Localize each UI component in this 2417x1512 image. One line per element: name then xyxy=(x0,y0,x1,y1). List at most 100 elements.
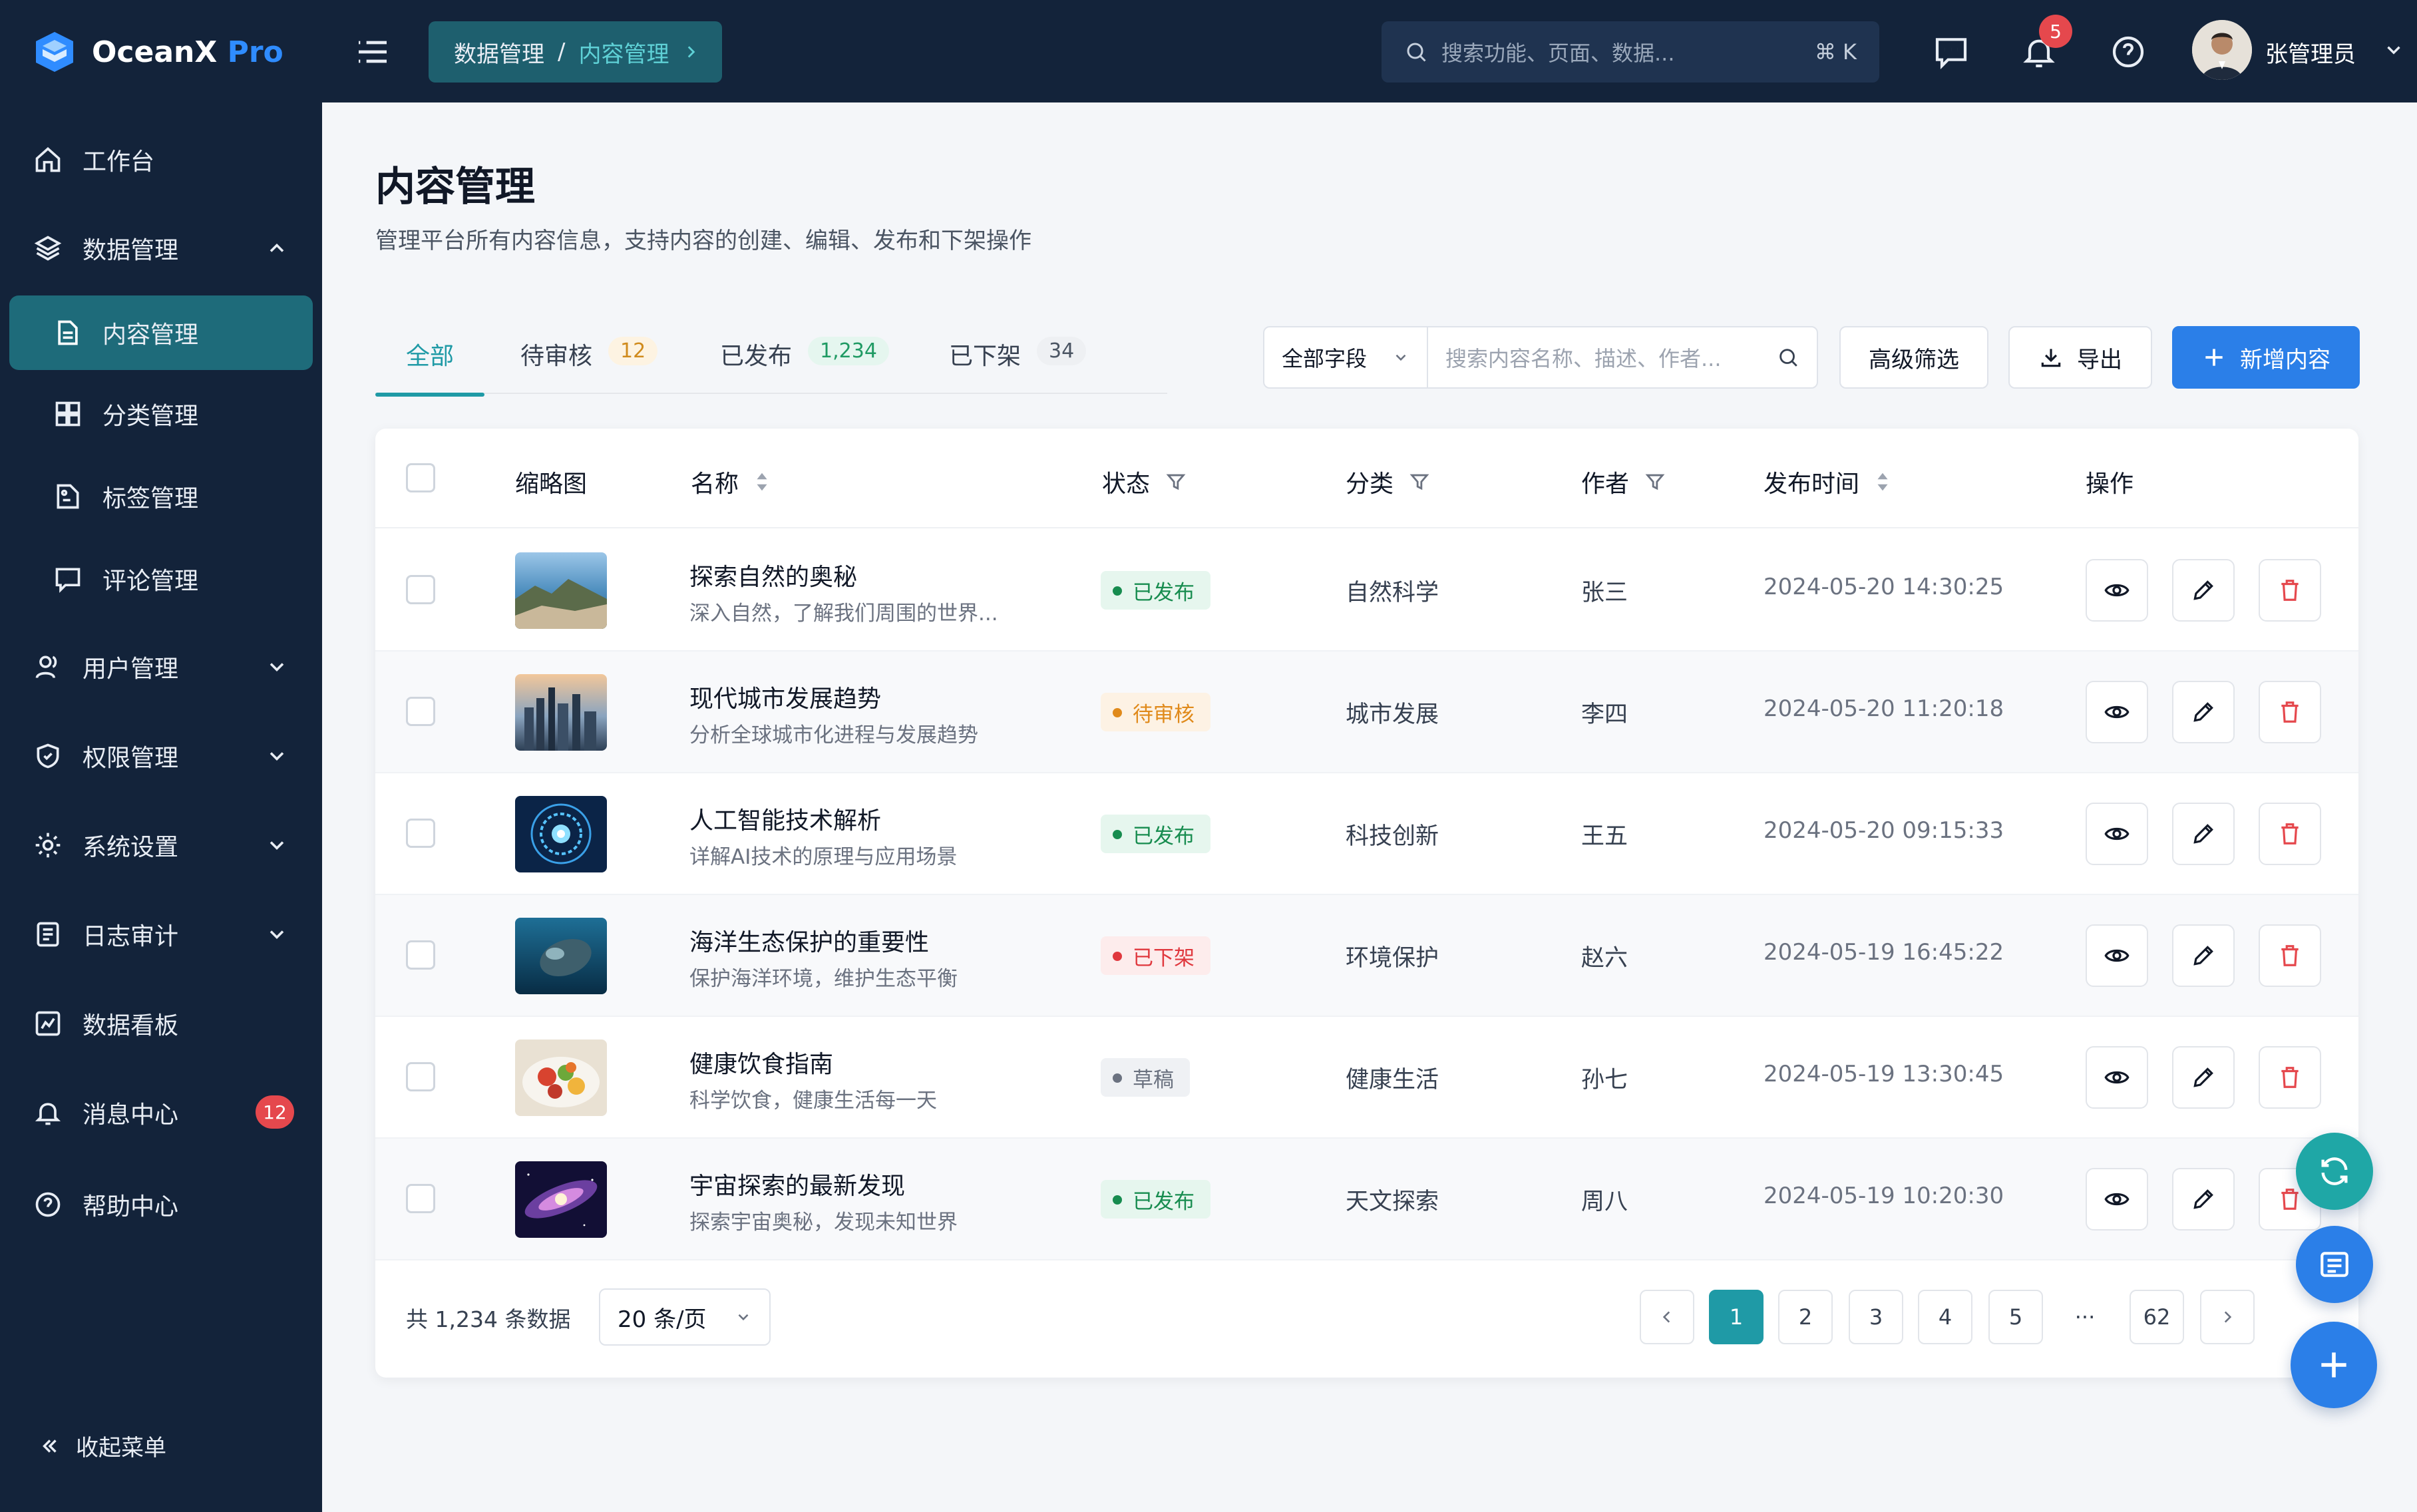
column-name[interactable]: 名称 xyxy=(691,465,771,499)
row-checkbox[interactable] xyxy=(406,697,435,726)
sidebar-item-workbench[interactable]: 工作台 xyxy=(9,122,313,197)
next-page-button[interactable] xyxy=(2200,1290,2255,1344)
view-button[interactable] xyxy=(2086,803,2148,865)
view-button[interactable] xyxy=(2086,924,2148,987)
column-author[interactable]: 作者 xyxy=(1581,465,1666,499)
page-size-select[interactable]: 20 条/页 xyxy=(599,1288,771,1346)
chat-icon[interactable] xyxy=(1933,33,1970,71)
row-checkbox[interactable] xyxy=(406,1184,435,1213)
plus-icon xyxy=(2321,1352,2346,1378)
export-button[interactable]: 导出 xyxy=(2008,326,2152,389)
advanced-filter-button[interactable]: 高级筛选 xyxy=(1839,326,1988,389)
sidebar-item-permission-management[interactable]: 权限管理 xyxy=(9,719,313,793)
table-row[interactable]: 探索自然的奥秘 深入自然，了解我们周围的世界... 已发布 自然科学 张三 20… xyxy=(375,530,2358,652)
list-fab[interactable] xyxy=(2296,1226,2373,1303)
chevron-right-icon xyxy=(2224,1311,2232,1323)
page-button[interactable]: 1 xyxy=(1709,1290,1764,1344)
sort-icon[interactable] xyxy=(753,471,771,493)
content-title[interactable]: 人工智能技术解析 xyxy=(689,801,881,836)
edit-button[interactable] xyxy=(2172,1046,2235,1109)
sidebar-item-message-center[interactable]: 消息中心 12 xyxy=(9,1075,313,1150)
content-title[interactable]: 现代城市发展趋势 xyxy=(689,679,881,714)
prev-page-button[interactable] xyxy=(1640,1290,1694,1344)
sidebar-item-user-management[interactable]: 用户管理 xyxy=(9,630,313,704)
select-all-checkbox[interactable] xyxy=(406,463,435,492)
edit-button[interactable] xyxy=(2172,924,2235,987)
tab-pending[interactable]: 待审核 12 xyxy=(520,337,658,394)
pencil-icon xyxy=(2193,580,2213,600)
search-icon[interactable] xyxy=(1777,346,1799,369)
edit-button[interactable] xyxy=(2172,1168,2235,1230)
sidebar-item-content-management[interactable]: 内容管理 xyxy=(9,295,313,370)
status-badge: 草稿 xyxy=(1101,1058,1190,1097)
column-category[interactable]: 分类 xyxy=(1346,465,1431,499)
page-button[interactable]: 4 xyxy=(1918,1290,1972,1344)
user-name[interactable]: 张管理员 xyxy=(2265,36,2356,69)
table-row[interactable]: 人工智能技术解析 详解AI技术的原理与应用场景 已发布 科技创新 王五 2024… xyxy=(375,773,2358,895)
filter-icon[interactable] xyxy=(1165,471,1187,493)
filter-icon[interactable] xyxy=(1408,471,1431,493)
row-checkbox[interactable] xyxy=(406,575,435,604)
page-button[interactable]: 62 xyxy=(2130,1290,2184,1344)
sidebar-item-category-management[interactable]: 分类管理 xyxy=(9,377,313,451)
add-fab[interactable] xyxy=(2291,1322,2377,1408)
sidebar-item-audit-log[interactable]: 日志审计 xyxy=(9,897,313,972)
page-button[interactable]: 5 xyxy=(1988,1290,2043,1344)
sidebar-item-system-settings[interactable]: 系统设置 xyxy=(9,808,313,882)
refresh-fab[interactable] xyxy=(2296,1133,2373,1210)
content-category: 自然科学 xyxy=(1346,580,1439,606)
breadcrumb-parent[interactable]: 数据管理 xyxy=(454,36,544,69)
table-row[interactable]: 海洋生态保护的重要性 保护海洋环境，维护生态平衡 已下架 环境保护 赵六 202… xyxy=(375,895,2358,1017)
row-checkbox[interactable] xyxy=(406,1062,435,1091)
view-button[interactable] xyxy=(2086,1046,2148,1109)
sidebar-item-label: 日志审计 xyxy=(83,923,179,950)
page-button[interactable]: 2 xyxy=(1778,1290,1833,1344)
edit-button[interactable] xyxy=(2172,681,2235,743)
sidebar-item-tag-management[interactable]: 标签管理 xyxy=(9,459,313,534)
view-button[interactable] xyxy=(2086,681,2148,743)
content-search-input[interactable]: 搜索内容名称、描述、作者... xyxy=(1428,342,1817,373)
sort-icon[interactable] xyxy=(1874,471,1891,493)
chevron-down-icon[interactable] xyxy=(2382,39,2405,61)
collapse-menu-button[interactable]: 收起菜单 xyxy=(39,1429,166,1462)
edit-button[interactable] xyxy=(2172,803,2235,865)
publish-time: 2024-05-19 10:20:30 xyxy=(1764,1183,2004,1209)
delete-button[interactable] xyxy=(2259,1046,2321,1109)
sidebar-item-data-management[interactable]: 数据管理 xyxy=(9,211,313,285)
sidebar-item-help-center[interactable]: 帮助中心 xyxy=(9,1167,313,1242)
table-row[interactable]: 宇宙探索的最新发现 探索宇宙奥秘，发现未知世界 已发布 天文探索 周八 2024… xyxy=(375,1139,2358,1260)
field-select[interactable]: 全部字段 xyxy=(1264,327,1428,387)
delete-button[interactable] xyxy=(2259,681,2321,743)
content-title[interactable]: 海洋生态保护的重要性 xyxy=(689,923,929,958)
sidebar-item-dashboard[interactable]: 数据看板 xyxy=(9,986,313,1061)
app-logo[interactable]: OceanX Pro xyxy=(32,29,283,75)
row-checkbox[interactable] xyxy=(406,940,435,970)
content-title[interactable]: 探索自然的奥秘 xyxy=(689,558,857,592)
add-content-button[interactable]: 新增内容 xyxy=(2172,326,2360,389)
delete-button[interactable] xyxy=(2259,559,2321,622)
page-button[interactable]: 3 xyxy=(1849,1290,1903,1344)
row-checkbox[interactable] xyxy=(406,819,435,848)
edit-button[interactable] xyxy=(2172,559,2235,622)
column-status[interactable]: 状态 xyxy=(1102,465,1187,499)
view-button[interactable] xyxy=(2086,559,2148,622)
delete-button[interactable] xyxy=(2259,803,2321,865)
chart-icon xyxy=(35,1011,61,1036)
sidebar-item-comment-management[interactable]: 评论管理 xyxy=(9,542,313,616)
filter-icon[interactable] xyxy=(1644,471,1666,493)
avatar[interactable] xyxy=(2192,20,2252,80)
table-row[interactable]: 现代城市发展趋势 分析全球城市化进程与发展趋势 待审核 城市发展 李四 2024… xyxy=(375,652,2358,773)
global-search-input[interactable]: 搜索功能、页面、数据... ⌘ K xyxy=(1382,21,1879,83)
tab-published[interactable]: 已发布 1,234 xyxy=(720,337,889,394)
help-icon[interactable] xyxy=(2110,33,2147,71)
menu-toggle-icon[interactable] xyxy=(354,33,391,71)
content-title[interactable]: 宇宙探索的最新发现 xyxy=(689,1167,905,1201)
column-publish-time[interactable]: 发布时间 xyxy=(1764,465,1891,499)
delete-button[interactable] xyxy=(2259,924,2321,987)
sidebar-item-label: 分类管理 xyxy=(102,403,199,430)
content-title[interactable]: 健康饮食指南 xyxy=(689,1045,833,1079)
tab-offline[interactable]: 已下架 34 xyxy=(949,337,1087,394)
tab-all[interactable]: 全部 xyxy=(375,337,485,397)
table-row[interactable]: 健康饮食指南 科学饮食，健康生活每一天 草稿 健康生活 孙七 2024-05-1… xyxy=(375,1017,2358,1139)
view-button[interactable] xyxy=(2086,1168,2148,1230)
